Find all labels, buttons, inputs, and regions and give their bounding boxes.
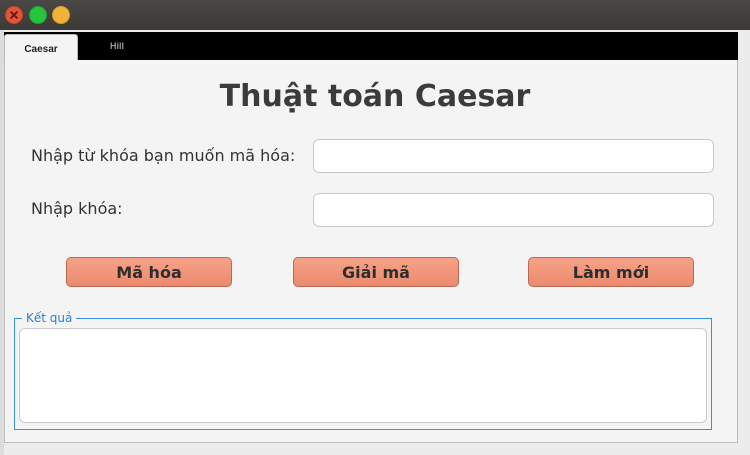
- tab-bar: Caesar Hill: [4, 32, 738, 64]
- result-textarea[interactable]: [19, 328, 707, 423]
- window-titlebar: [0, 0, 750, 30]
- tab-hill[interactable]: Hill: [94, 32, 140, 60]
- reset-button[interactable]: Làm mới: [528, 257, 694, 287]
- close-icon[interactable]: [5, 6, 23, 24]
- maximize-icon[interactable]: [29, 6, 47, 24]
- result-legend: Kết quả: [22, 310, 77, 326]
- encrypt-button[interactable]: Mã hóa: [66, 257, 232, 287]
- key-label: Nhập khóa:: [31, 199, 123, 218]
- page-title: Thuật toán Caesar: [219, 79, 531, 114]
- decrypt-button[interactable]: Giải mã: [293, 257, 459, 287]
- keyword-input[interactable]: [313, 139, 714, 173]
- key-input[interactable]: [313, 193, 714, 227]
- minimize-icon[interactable]: [52, 6, 70, 24]
- keyword-label: Nhập từ khóa bạn muốn mã hóa:: [31, 146, 296, 165]
